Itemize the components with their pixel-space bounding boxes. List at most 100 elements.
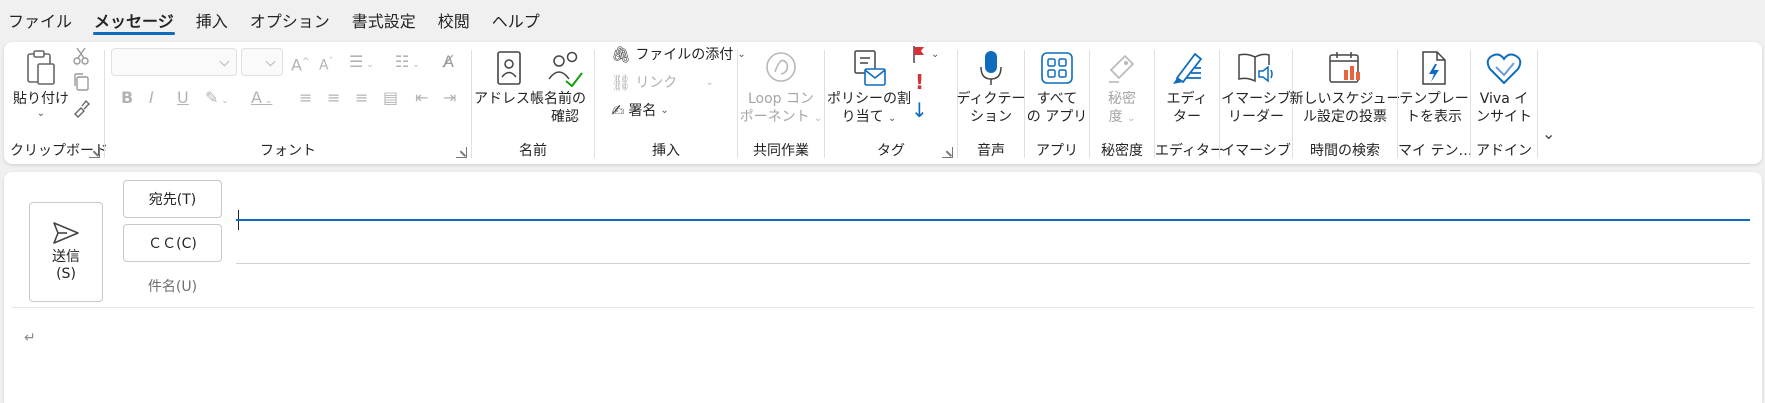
find-time-group: 新しいスケジュー ル設定の投票 時間の検索 <box>1289 42 1401 164</box>
editor-label-2: ター <box>1173 109 1201 125</box>
font-family-dropdown[interactable] <box>111 48 237 76</box>
viva-insights-button[interactable]: Viva イ ンサイト <box>1473 46 1535 126</box>
menu-item-0[interactable]: ファイル <box>6 0 83 40</box>
check-names-button[interactable]: 名前の 確認 <box>540 46 590 126</box>
loop-label-2-text: ポーネント <box>739 109 810 125</box>
immersive-reader-button[interactable]: イマーシブ リーダー <box>1221 46 1291 126</box>
bullets-icon[interactable]: ☰ ⌄ <box>349 52 374 75</box>
tags-launcher-icon[interactable] <box>942 147 953 158</box>
editor-button[interactable]: エディ ター <box>1157 46 1217 126</box>
view-templates-button[interactable]: テンプレー トを表示 <box>1399 46 1469 126</box>
loop-component-button[interactable]: Loop コン ポーネント ⌄ <box>740 46 822 128</box>
align-left-icon[interactable]: ≡ <box>299 88 312 108</box>
policy-label-2-text: り当て <box>841 109 884 125</box>
find-time-group-label: 時間の検索 <box>1310 143 1380 159</box>
send-label-1: 送信 <box>52 249 80 265</box>
sensitivity-group: 秘密 度 ⌄ 秘密度 <box>1090 42 1154 164</box>
chevron-down-icon: ⌄ <box>1127 113 1136 124</box>
low-importance-icon[interactable]: ↓ <box>911 98 928 122</box>
collaboration-group: Loop コン ポーネント ⌄ 共同作業 <box>738 42 824 164</box>
subject-input[interactable] <box>236 270 1750 304</box>
apps-group: すべて の アプリ アプリ <box>1025 42 1089 164</box>
menu-item-4[interactable]: 書式設定 <box>341 0 427 40</box>
decrease-indent-icon[interactable]: ⇤ <box>415 88 428 108</box>
viva-insights-icon <box>1484 46 1524 90</box>
signature-icon: ✍ <box>611 100 625 120</box>
menu-item-1[interactable]: メッセージ <box>83 0 185 40</box>
sensitivity-label-2: 度 ⌄ <box>1109 108 1136 128</box>
font-color-icon[interactable]: A ⌄ <box>251 88 272 111</box>
shrink-font-icon[interactable]: Aˇ <box>319 52 333 76</box>
dictate-label-2: ション <box>970 109 1012 125</box>
voice-group: ディクテー ション 音声 <box>956 42 1026 164</box>
chevron-down-icon: ⌄ <box>888 113 897 124</box>
tags-group-label: タグ <box>877 143 905 159</box>
scheduling-poll-label-1: 新しいスケジュー <box>1289 91 1401 107</box>
menu-bar: ファイル メッセージ 挿入 オプション 書式設定 校閲 ヘルプ <box>0 0 1765 40</box>
editor-pen-icon <box>1167 46 1207 90</box>
italic-icon[interactable]: I <box>149 88 154 108</box>
sensitivity-label-1: 秘密 <box>1108 91 1136 107</box>
voice-group-label: 音声 <box>977 143 1005 159</box>
menu-item-6[interactable]: ヘルプ <box>481 0 551 40</box>
new-scheduling-poll-button[interactable]: 新しいスケジュー ル設定の投票 <box>1289 46 1401 126</box>
chevron-down-icon: ⌄ <box>705 76 714 88</box>
attach-file-label: ファイルの添付 <box>635 47 734 63</box>
clear-formatting-icon[interactable]: A̸ <box>443 52 454 72</box>
divider <box>1537 50 1538 158</box>
attach-file-button[interactable]: 🖇 ファイルの添付 ⌄ <box>611 44 746 64</box>
follow-up-button[interactable]: ⌄ <box>911 44 939 64</box>
all-apps-button[interactable]: すべて の アプリ <box>1027 46 1087 126</box>
cut-icon[interactable] <box>72 46 90 70</box>
ribbon-expand-chevron-icon[interactable]: ⌄ <box>1542 124 1555 143</box>
menu-item-5[interactable]: 校閲 <box>427 0 481 40</box>
to-input[interactable] <box>236 180 1750 218</box>
all-apps-label-2: の アプリ <box>1026 109 1088 125</box>
signature-label: 署名 <box>628 103 657 119</box>
immersive-group: イマーシブ リーダー イマーシブ <box>1220 42 1292 164</box>
check-names-label-1: 名前の <box>544 91 586 107</box>
all-apps-label-1: すべて <box>1036 91 1078 107</box>
sensitivity-button[interactable]: 秘密 度 ⌄ <box>1092 46 1152 128</box>
numbering-icon[interactable]: ☷ ⌄ <box>395 52 420 75</box>
link-button[interactable]: ⛓ リンク ⌄ <box>611 72 714 92</box>
paragraph-mark[interactable]: ↵ <box>24 330 36 346</box>
menu-item-2[interactable]: 挿入 <box>185 0 239 40</box>
cc-button[interactable]: ＣＣ(C) <box>123 224 222 262</box>
addins-group: Viva イ ンサイト アドイン <box>1471 42 1537 164</box>
font-group: A^ Aˇ ☰ ⌄ ☷ ⌄ A̸ B I U ✎ ⌄ A ⌄ ≡ ≡ ≡ ▤ ⇤… <box>105 42 471 164</box>
grow-font-icon[interactable]: A^ <box>291 52 310 75</box>
font-group-label: フォント <box>260 143 316 159</box>
menu-item-3[interactable]: オプション <box>239 0 341 40</box>
paste-button[interactable]: 貼り付け ⌄ <box>12 46 70 119</box>
address-book-label: アドレス帳 <box>474 91 544 107</box>
underline-icon[interactable]: U <box>177 88 189 108</box>
sensitivity-label-2-text: 度 <box>1108 109 1123 125</box>
copy-icon[interactable] <box>72 72 90 96</box>
templates-group-label: マイ テン… <box>1398 143 1473 159</box>
policy-label-1: ポリシーの割 <box>827 91 911 107</box>
assign-policy-button[interactable]: ポリシーの割 り当て ⌄ <box>827 46 911 128</box>
editor-group-label: エディター <box>1155 143 1225 159</box>
send-button[interactable]: 送信 (S) <box>29 202 103 302</box>
dictate-label-1: ディクテー <box>956 91 1026 107</box>
font-launcher-icon[interactable] <box>456 147 467 158</box>
clipboard-launcher-icon[interactable] <box>89 147 100 158</box>
format-painter-icon[interactable] <box>72 98 90 122</box>
names-group-label: 名前 <box>519 143 547 159</box>
compose-pane: 送信 (S) 宛先(T) ＣＣ(C) 件名(U) ↵ <box>4 172 1762 403</box>
signature-button[interactable]: ✍ 署名 ⌄ <box>611 100 669 120</box>
high-importance-icon[interactable]: ! <box>915 70 924 94</box>
bold-icon[interactable]: B <box>121 88 133 108</box>
highlight-icon[interactable]: ✎ ⌄ <box>205 88 229 111</box>
loop-icon <box>761 46 801 90</box>
increase-indent-icon[interactable]: ⇥ <box>443 88 456 108</box>
dictate-button[interactable]: ディクテー ション <box>956 46 1026 126</box>
cc-input[interactable] <box>236 224 1750 262</box>
to-button[interactable]: 宛先(T) <box>123 180 222 218</box>
address-book-button[interactable]: アドレス帳 <box>474 46 544 108</box>
font-size-dropdown[interactable] <box>241 48 283 76</box>
align-center-icon[interactable]: ≡ <box>327 88 340 108</box>
justify-icon[interactable]: ▤ <box>383 88 398 108</box>
align-right-icon[interactable]: ≡ <box>355 88 368 108</box>
